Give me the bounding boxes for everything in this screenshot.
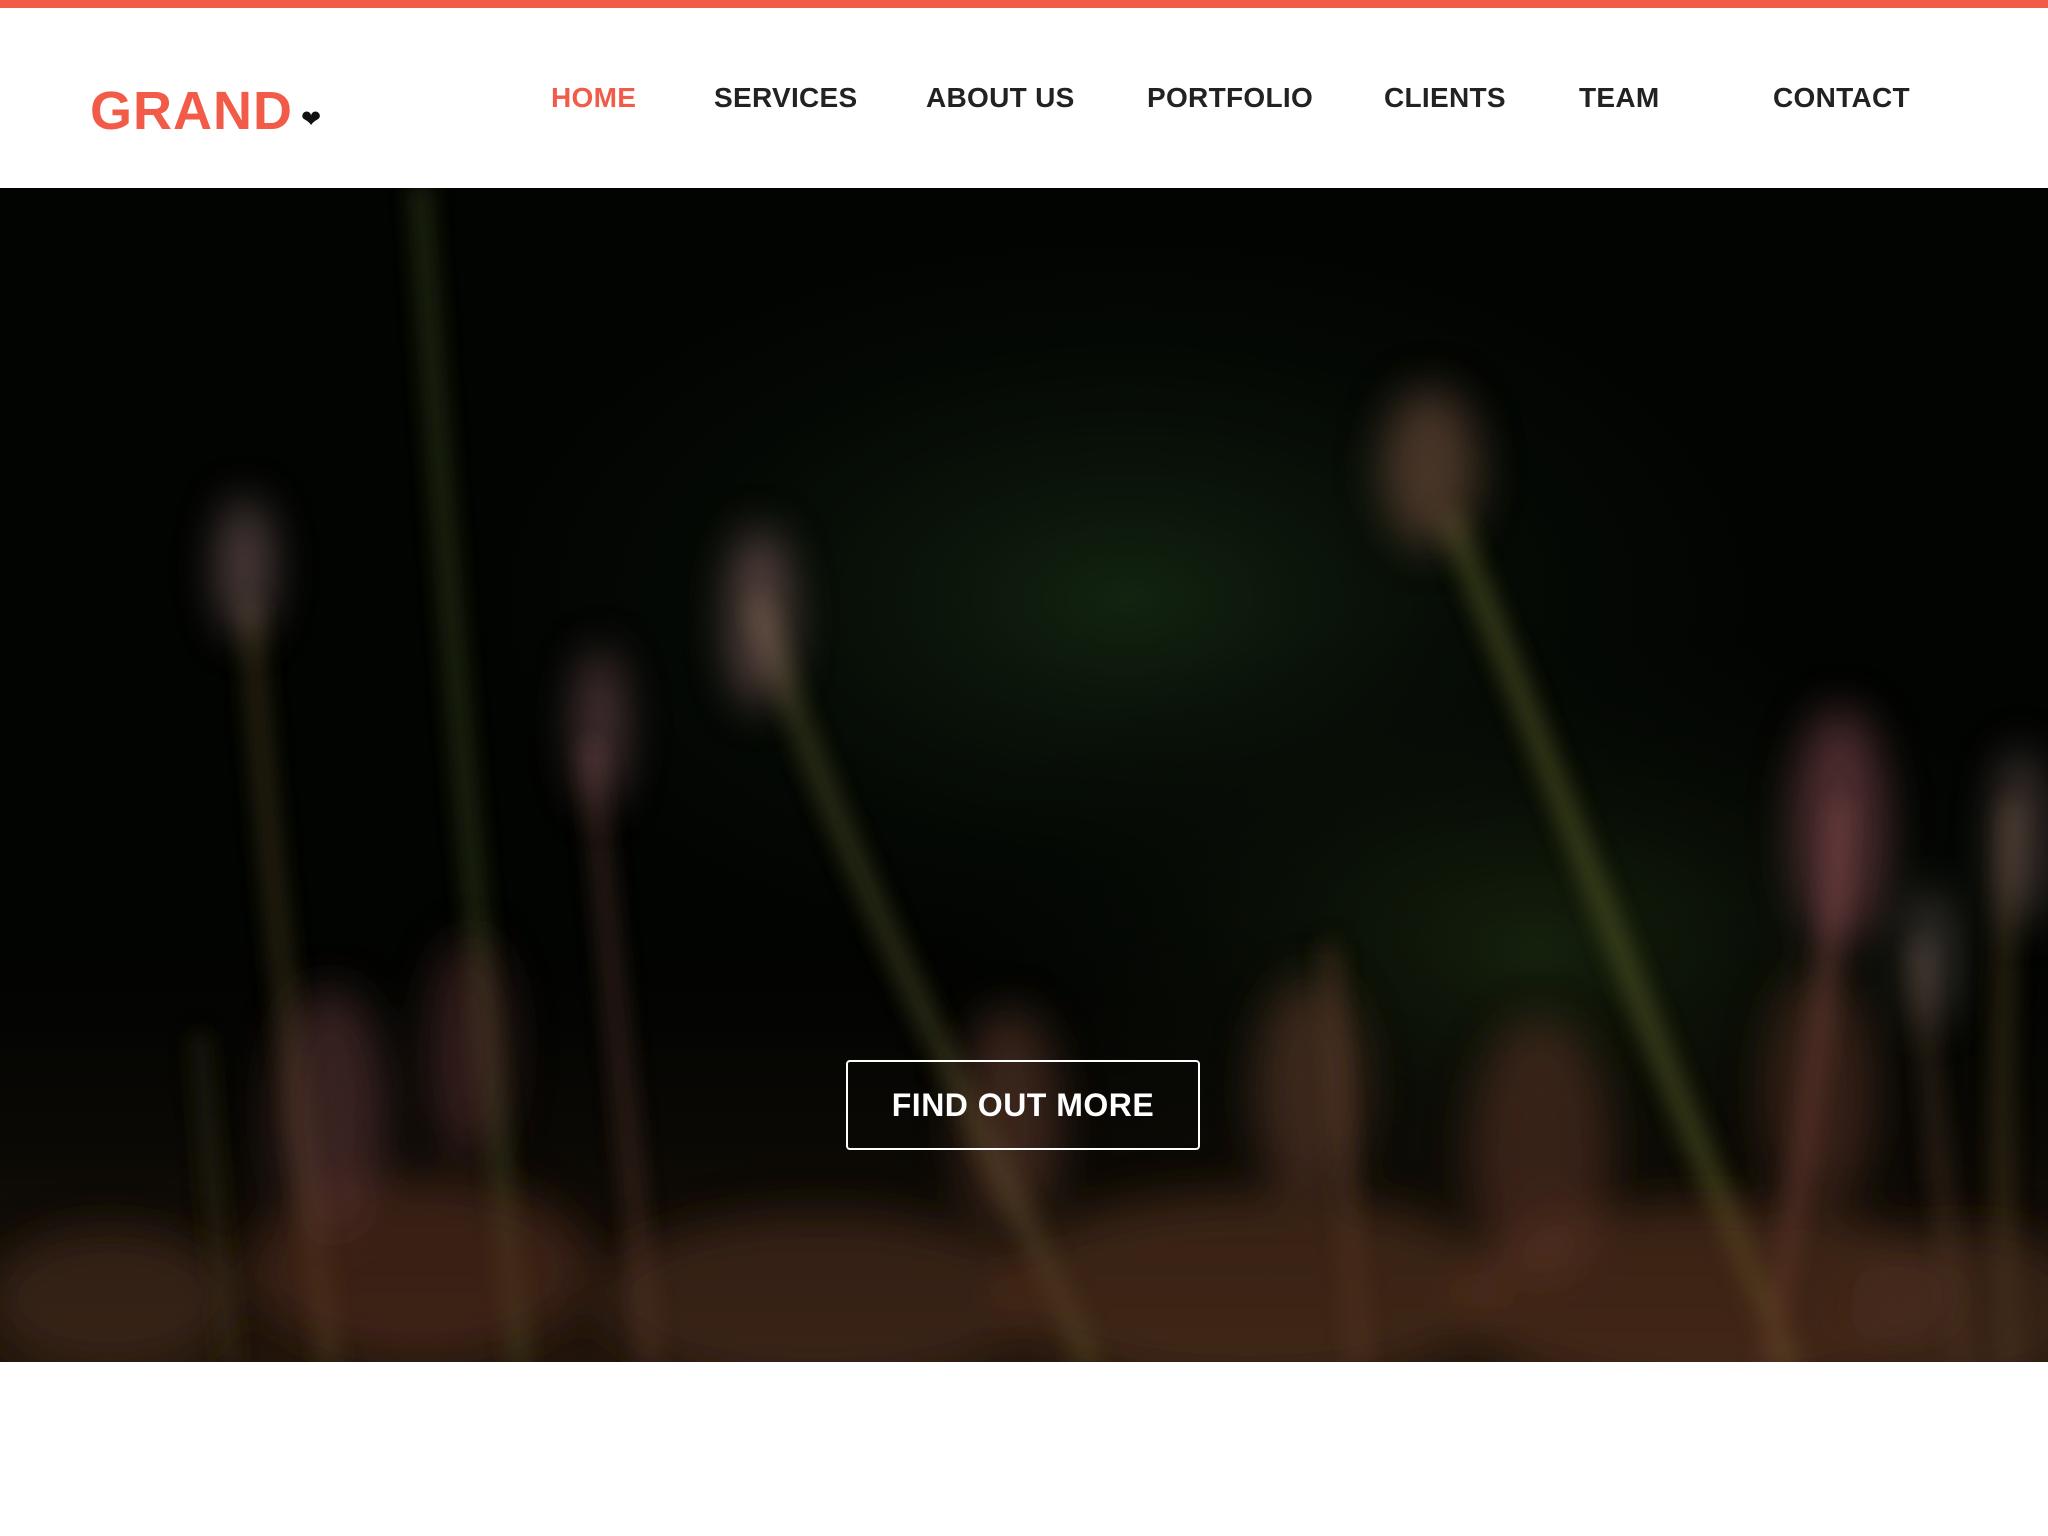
- nav-item-contact[interactable]: CONTACT: [1773, 82, 1910, 114]
- nav-item-services[interactable]: SERVICES: [714, 82, 858, 114]
- site-header: GRAND ❤ HOME SERVICES ABOUT US PORTFOLIO…: [0, 8, 2048, 188]
- nav-item-about-us[interactable]: ABOUT US: [926, 82, 1075, 114]
- content-area: [0, 1362, 2048, 1536]
- nav-item-team[interactable]: TEAM: [1579, 82, 1660, 114]
- main-nav: HOME SERVICES ABOUT US PORTFOLIO CLIENTS…: [0, 82, 2048, 122]
- hero-background-image: [0, 188, 2048, 1362]
- nav-item-clients[interactable]: CLIENTS: [1384, 82, 1506, 114]
- nav-item-portfolio[interactable]: PORTFOLIO: [1147, 82, 1313, 114]
- hero-section: FIND OUT MORE: [0, 188, 2048, 1362]
- top-accent-bar: [0, 0, 2048, 8]
- find-out-more-button[interactable]: FIND OUT MORE: [846, 1060, 1200, 1150]
- nav-item-home[interactable]: HOME: [551, 82, 636, 114]
